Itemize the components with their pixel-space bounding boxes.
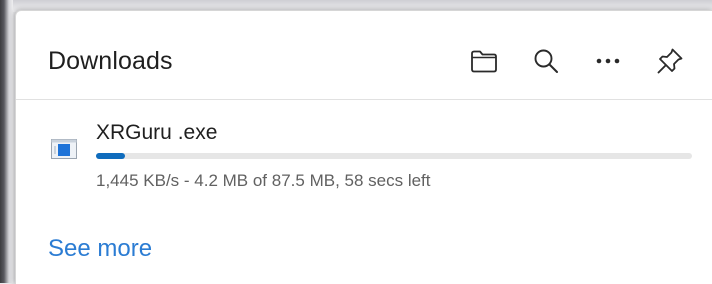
search-icon bbox=[534, 49, 558, 73]
open-downloads-folder-button[interactable] bbox=[464, 41, 504, 81]
pin-downloads-button[interactable] bbox=[650, 41, 690, 81]
download-file-name[interactable]: XRGuru .exe bbox=[96, 121, 217, 145]
exe-file-icon bbox=[51, 139, 77, 159]
folder-icon bbox=[471, 50, 497, 73]
header-divider bbox=[16, 99, 712, 100]
downloads-flyout: Downloads XRGuru .exe 1,445 KB/s - 4.2 M… bbox=[15, 10, 712, 284]
download-progress-bar bbox=[96, 153, 692, 159]
more-options-button[interactable] bbox=[588, 41, 628, 81]
downloads-title: Downloads bbox=[48, 47, 173, 75]
download-progress-fill bbox=[96, 153, 125, 159]
see-more-link[interactable]: See more bbox=[48, 235, 152, 263]
pin-icon bbox=[657, 48, 683, 74]
background-window-edge bbox=[0, 0, 13, 283]
search-downloads-button[interactable] bbox=[526, 41, 566, 81]
download-status-text: 1,445 KB/s - 4.2 MB of 87.5 MB, 58 secs … bbox=[96, 171, 431, 190]
downloads-header: Downloads bbox=[16, 11, 712, 99]
ellipsis-icon bbox=[596, 58, 620, 64]
